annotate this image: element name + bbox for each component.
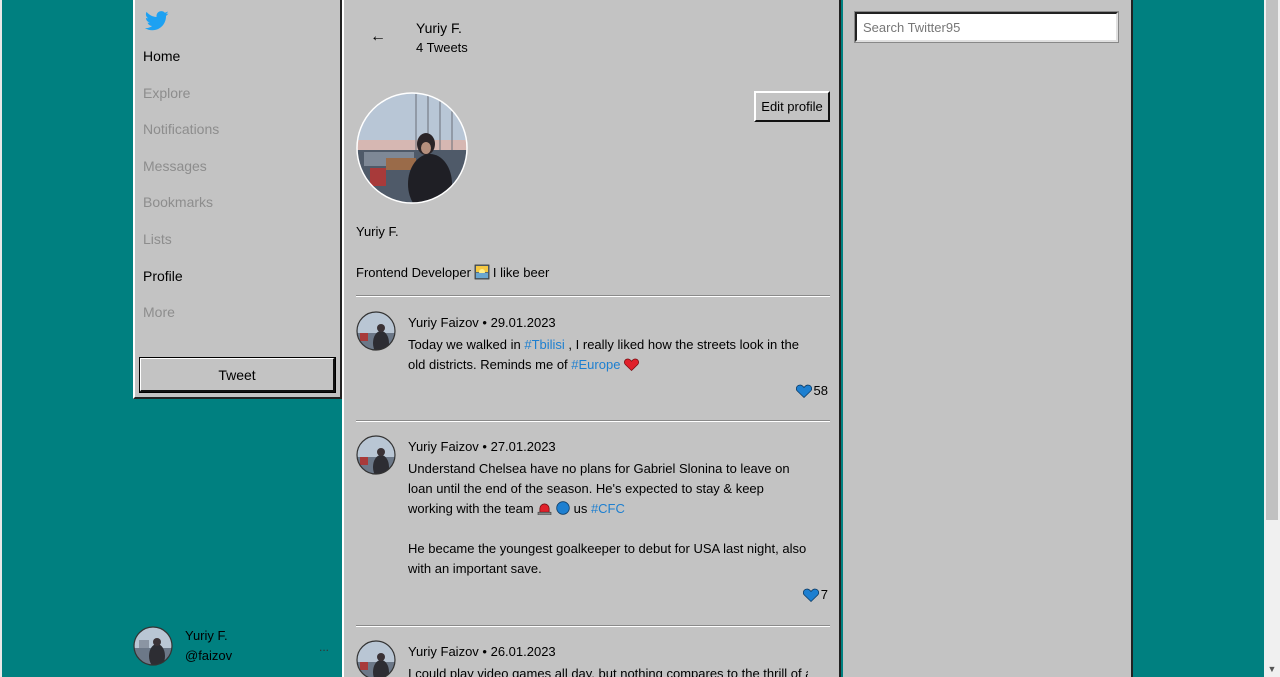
window-edge: [0, 0, 2, 677]
profile-bio: Frontend Developer I like beer: [356, 264, 549, 280]
hashtag-link[interactable]: #Tbilisi: [524, 337, 564, 352]
divider: [356, 295, 830, 297]
tweet-date: 27.01.2023: [490, 439, 556, 454]
sunrise-emoji-icon: [474, 264, 490, 280]
tweet-date: 29.01.2023: [490, 315, 556, 330]
sidebar-item-messages[interactable]: Messages: [143, 158, 207, 174]
tweet-header: Yuriy Faizov • 26.01.2023: [408, 644, 556, 659]
tweet-text: Today we walked in #Tbilisi , I really l…: [408, 335, 808, 375]
tweet-text: I could play video games all day, but no…: [408, 666, 808, 677]
divider: [356, 625, 830, 627]
tweet[interactable]: Yuriy Faizov • 27.01.2023 Understand Che…: [356, 435, 830, 611]
tweet-author[interactable]: Yuriy Faizov: [408, 644, 479, 659]
profile-avatar[interactable]: [356, 92, 468, 204]
heart-icon: [795, 384, 812, 398]
sidebar-item-more[interactable]: More: [143, 304, 175, 320]
tweet-text-part: Today we walked in: [408, 337, 525, 352]
sidebar-item-home[interactable]: Home: [143, 48, 180, 64]
tweet-text-part: us: [573, 501, 591, 516]
tweet-author[interactable]: Yuriy Faizov: [408, 439, 479, 454]
like-button[interactable]: 58: [795, 383, 828, 398]
sidebar-item-bookmarks[interactable]: Bookmarks: [143, 194, 213, 210]
account-name: Yuriy F.: [185, 628, 228, 643]
account-switcher[interactable]: Yuriy F. @faizov ...: [133, 626, 338, 670]
tweet-count: 4 Tweets: [416, 40, 468, 55]
hashtag-link[interactable]: #Europe: [571, 357, 620, 372]
tweet-text-part: He became the youngest goalkeeper to deb…: [408, 541, 807, 576]
scroll-down-arrow-icon[interactable]: ▼: [1264, 661, 1280, 677]
sidebar-item-notifications[interactable]: Notifications: [143, 121, 219, 137]
main-column: ← Yuriy F. 4 Tweets Edit profile Yuriy F…: [342, 0, 841, 677]
back-arrow-icon[interactable]: ←: [370, 28, 386, 46]
tweet-button[interactable]: Tweet: [139, 357, 336, 393]
divider: [356, 420, 830, 422]
tweet[interactable]: Yuriy Faizov • 29.01.2023 Today we walke…: [356, 311, 830, 417]
profile-name: Yuriy F.: [356, 224, 399, 239]
tweet-text: Understand Chelsea have no plans for Gab…: [408, 459, 808, 579]
sidebar-item-profile[interactable]: Profile: [143, 268, 183, 284]
avatar: [133, 626, 173, 666]
bio-text-start: Frontend Developer: [356, 264, 471, 280]
hashtag-link[interactable]: #CFC: [591, 501, 625, 516]
account-handle: @faizov: [185, 648, 233, 663]
tweet-header: Yuriy Faizov • 27.01.2023: [408, 439, 556, 454]
heart-icon: [802, 588, 819, 602]
like-count: 58: [813, 383, 828, 398]
red-heart-emoji-icon: [624, 358, 640, 372]
sidebar-item-lists[interactable]: Lists: [143, 231, 172, 247]
bio-text-end: I like beer: [492, 264, 550, 280]
avatar[interactable]: [356, 311, 396, 351]
tweet[interactable]: Yuriy Faizov • 26.01.2023 I could play v…: [356, 640, 830, 677]
edit-profile-button[interactable]: Edit profile: [754, 91, 830, 122]
scrollbar-thumb[interactable]: [1266, 0, 1278, 520]
siren-emoji-icon: [538, 503, 552, 516]
blue-circle-emoji-icon: [556, 501, 570, 515]
like-button[interactable]: 7: [802, 587, 828, 602]
twitter-bird-icon[interactable]: [145, 10, 169, 32]
sidebar: Home Explore Notifications Messages Book…: [133, 0, 342, 399]
tweet-date: 26.01.2023: [490, 644, 556, 659]
avatar[interactable]: [356, 640, 396, 677]
right-column: [843, 0, 1133, 677]
search-input[interactable]: [854, 11, 1119, 43]
sidebar-item-explore[interactable]: Explore: [143, 85, 190, 101]
tweet-author[interactable]: Yuriy Faizov: [408, 315, 479, 330]
like-count: 7: [820, 587, 828, 602]
tweet-header: Yuriy Faizov • 29.01.2023: [408, 315, 556, 330]
more-icon[interactable]: ...: [319, 640, 329, 654]
avatar[interactable]: [356, 435, 396, 475]
header-title: Yuriy F.: [416, 20, 462, 36]
